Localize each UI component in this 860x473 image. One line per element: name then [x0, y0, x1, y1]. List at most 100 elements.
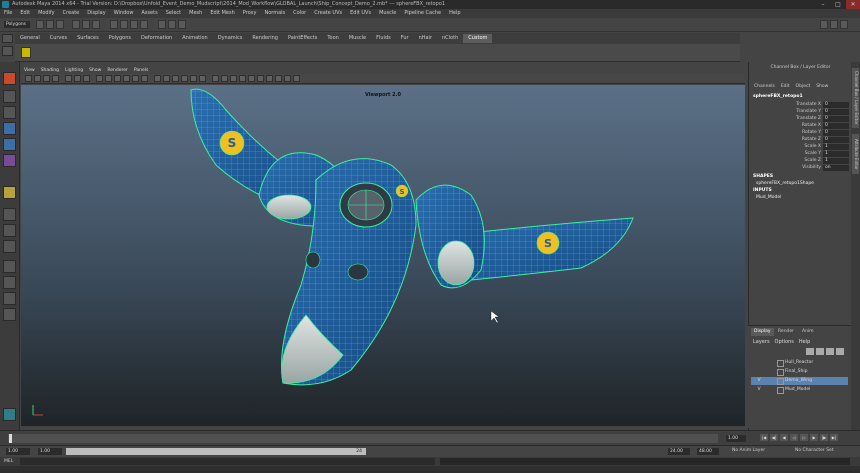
- custom-shelf-tool-icon[interactable]: [21, 47, 31, 58]
- shelf-tab-fluids[interactable]: Fluids: [371, 34, 396, 43]
- menu-muscle[interactable]: Muscle: [375, 10, 400, 16]
- attr-translate-x-field[interactable]: 0: [823, 102, 849, 108]
- attr-rotate-y-field[interactable]: 0: [823, 130, 849, 136]
- save-scene-icon[interactable]: [56, 20, 64, 29]
- toggle-attribute-editor-icon[interactable]: [820, 20, 828, 29]
- input-node-name[interactable]: Mud_Model: [756, 195, 781, 200]
- menu-modify[interactable]: Modify: [34, 10, 59, 16]
- attr-rotate-z-field[interactable]: 0: [823, 137, 849, 143]
- menu-mesh[interactable]: Mesh: [185, 10, 206, 16]
- screen-space-icon[interactable]: [239, 75, 246, 82]
- time-slider-track[interactable]: [8, 434, 718, 443]
- paint-select-tool-icon[interactable]: [3, 106, 16, 119]
- render-settings-icon[interactable]: [178, 20, 186, 29]
- textured-icon[interactable]: [123, 75, 130, 82]
- xray-icon[interactable]: [163, 75, 170, 82]
- select-tool-icon[interactable]: [3, 72, 16, 85]
- grid-icon[interactable]: [65, 75, 72, 82]
- camera-attributes-icon[interactable]: [34, 75, 41, 82]
- menu-select[interactable]: Select: [162, 10, 185, 16]
- camera-lock-icon[interactable]: [257, 75, 264, 82]
- layer-row-selected[interactable]: V Demo_Wing: [751, 377, 848, 385]
- toggle-channel-box-icon[interactable]: [840, 20, 848, 29]
- attr-visibility-field[interactable]: on: [823, 165, 849, 171]
- shelf-tab-curves[interactable]: Curves: [45, 34, 72, 43]
- shelf-tab-custom[interactable]: Custom: [463, 34, 493, 43]
- new-layer-selected-icon[interactable]: [836, 348, 844, 355]
- snap-plane-icon[interactable]: [140, 20, 148, 29]
- shelf-menu-icon[interactable]: [2, 34, 13, 43]
- shelf-tab-deformation[interactable]: Deformation: [136, 34, 177, 43]
- minimize-button[interactable]: –: [816, 0, 830, 9]
- attr-translate-y-field[interactable]: 0: [823, 109, 849, 115]
- step-back-frame-button[interactable]: ◀: [780, 434, 788, 441]
- attr-translate-z-field[interactable]: 0: [823, 116, 849, 122]
- menu-color[interactable]: Color: [289, 10, 310, 16]
- menu-file[interactable]: File: [0, 10, 16, 16]
- menu-display[interactable]: Display: [83, 10, 109, 16]
- isolate-select-icon[interactable]: [154, 75, 161, 82]
- shape-node-name[interactable]: sphereFBX_retopo1Shape: [756, 181, 814, 186]
- spaceship-model[interactable]: S S S: [21, 85, 745, 426]
- menu-edit-uvs[interactable]: Edit UVs: [346, 10, 375, 16]
- open-scene-icon[interactable]: [46, 20, 54, 29]
- select-hierarchy-icon[interactable]: [72, 20, 80, 29]
- panel-menu-panels[interactable]: Panels: [131, 68, 151, 73]
- snap-point-icon[interactable]: [130, 20, 138, 29]
- render-icon[interactable]: [158, 20, 166, 29]
- shelf-editor-icon[interactable]: [2, 46, 13, 56]
- play-forward-button[interactable]: ▷: [800, 434, 808, 441]
- resolution-gate-icon[interactable]: [83, 75, 90, 82]
- playback-start-field[interactable]: 1.00: [38, 448, 62, 455]
- wireframe-on-shaded-icon[interactable]: [114, 75, 121, 82]
- shelf-tab-surfaces[interactable]: Surfaces: [72, 34, 104, 43]
- toggle-tool-settings-icon[interactable]: [830, 20, 838, 29]
- shelf-tab-dynamics[interactable]: Dynamics: [213, 34, 248, 43]
- menu-proxy[interactable]: Proxy: [239, 10, 261, 16]
- layer-row[interactable]: V Mud_Model: [751, 386, 848, 394]
- channel-box-side-tab[interactable]: Channel Box / Layer Editor: [852, 68, 859, 128]
- selected-object-name[interactable]: sphereFBX_retopo1: [753, 94, 803, 99]
- move-layer-down-icon[interactable]: [816, 348, 824, 355]
- shelf-tab-rendering[interactable]: Rendering: [247, 34, 283, 43]
- panel-menu-show[interactable]: Show: [86, 68, 104, 73]
- scale-tool-icon[interactable]: [3, 154, 16, 167]
- shelf-tab-toon[interactable]: Toon: [322, 34, 344, 43]
- move-tool-icon[interactable]: [3, 122, 16, 135]
- animation-end-field[interactable]: 48.00: [697, 448, 719, 455]
- play-backward-button[interactable]: ◁: [790, 434, 798, 441]
- shadows-icon[interactable]: [141, 75, 148, 82]
- backface-culling-icon[interactable]: [275, 75, 282, 82]
- character-set-dropdown[interactable]: No Character Set: [795, 448, 834, 453]
- layer-tab-display[interactable]: Display: [751, 328, 774, 336]
- step-forward-frame-button[interactable]: ▶: [810, 434, 818, 441]
- camera-select-icon[interactable]: [25, 75, 32, 82]
- menu-edit[interactable]: Edit: [16, 10, 34, 16]
- layer-visibility-flag[interactable]: V: [753, 377, 765, 385]
- new-empty-layer-icon[interactable]: [826, 348, 834, 355]
- attr-rotate-x-field[interactable]: 0: [823, 123, 849, 129]
- layer-row[interactable]: Hull_Reactor: [751, 359, 848, 367]
- panel-menu-lighting[interactable]: Lighting: [62, 68, 86, 73]
- mudbox-icon[interactable]: [3, 408, 16, 421]
- motion-blur-icon[interactable]: [190, 75, 197, 82]
- persp-hypershade-layout-icon[interactable]: [3, 276, 16, 289]
- layer-color-swatch[interactable]: [777, 378, 784, 385]
- menu-window[interactable]: Window: [110, 10, 138, 16]
- last-tool-icon[interactable]: [3, 186, 16, 199]
- range-slider-bar[interactable]: 24: [66, 448, 366, 455]
- panel-menu-view[interactable]: View: [21, 68, 38, 73]
- anti-aliasing-icon[interactable]: [199, 75, 206, 82]
- panel-menu-shading[interactable]: Shading: [38, 68, 62, 73]
- snap-grid-icon[interactable]: [110, 20, 118, 29]
- smooth-shade-icon[interactable]: [105, 75, 112, 82]
- go-to-end-button[interactable]: ▶|: [830, 434, 838, 441]
- step-back-key-button[interactable]: ◀|: [770, 434, 778, 441]
- new-scene-icon[interactable]: [36, 20, 44, 29]
- two-sided-lighting-icon[interactable]: [266, 75, 273, 82]
- time-slider[interactable]: 1.00 |◀ ◀| ◀ ◁ ▷ ▶ |▶ ▶|: [0, 430, 860, 445]
- depth-of-field-icon[interactable]: [212, 75, 219, 82]
- select-component-icon[interactable]: [92, 20, 100, 29]
- attr-scale-y-field[interactable]: 1: [823, 151, 849, 157]
- menu-create[interactable]: Create: [59, 10, 84, 16]
